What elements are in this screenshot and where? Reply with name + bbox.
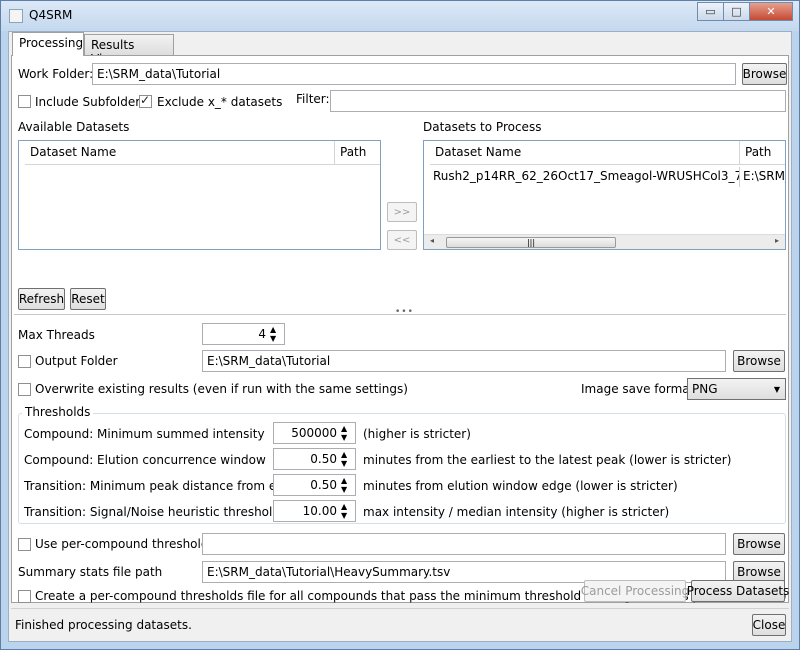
client-area: Processing Results Viewer Work Folder: E… <box>8 31 792 642</box>
threshold-value-min-intensity[interactable]: 500000 <box>291 426 337 440</box>
process-col-dataset-name[interactable]: Dataset Name <box>430 141 740 165</box>
spin-up-icon[interactable]: ▲ <box>270 325 281 334</box>
available-col-dataset-name[interactable]: Dataset Name <box>25 141 335 165</box>
max-threads-spinner[interactable]: 4 ▲ ▼ <box>202 323 285 345</box>
cancel-processing-button[interactable]: Cancel Processing <box>581 580 689 602</box>
max-threads-label: Max Threads <box>18 328 95 342</box>
datasets-to-process-list[interactable]: Dataset Name Path Rush2_p14RR_62_26Oct17… <box>423 140 786 250</box>
per-compound-label: Use per-compound thresholds <box>35 537 215 551</box>
close-window-button[interactable]: ✕ <box>749 2 793 21</box>
app-icon <box>9 9 23 23</box>
tab-results-viewer[interactable]: Results Viewer <box>84 34 174 66</box>
scroll-right-icon[interactable]: ▸ <box>775 236 779 245</box>
threshold-note-elution-window: minutes from the earliest to the latest … <box>363 453 732 467</box>
spin-down-icon[interactable]: ▼ <box>341 459 352 468</box>
max-threads-value[interactable]: 4 <box>258 327 266 341</box>
overwrite-label: Overwrite existing results (even if run … <box>35 382 408 396</box>
threshold-label-elution-window: Compound: Elution concurrence window <box>24 453 266 467</box>
spin-down-icon[interactable]: ▼ <box>341 485 352 494</box>
spin-up-icon[interactable]: ▲ <box>341 502 352 511</box>
tab-processing[interactable]: Processing <box>12 32 84 56</box>
status-text: Finished processing datasets. <box>15 618 192 632</box>
filter-label: Filter: <box>296 92 330 106</box>
output-folder-input[interactable]: E:\SRM_data\Tutorial <box>202 350 726 372</box>
minimize-icon: ▭ <box>705 5 716 18</box>
threshold-spinner-elution-window[interactable]: 0.50 ▲ ▼ <box>273 448 356 470</box>
reset-button[interactable]: Reset <box>70 288 106 310</box>
maximize-icon: □ <box>731 5 742 18</box>
minimize-button[interactable]: ▭ <box>697 2 723 21</box>
per-compound-checkbox[interactable] <box>18 538 31 551</box>
processing-panel: Work Folder: E:\SRM_data\Tutorial Browse… <box>11 55 789 603</box>
threshold-note-min-intensity: (higher is stricter) <box>363 427 471 441</box>
spin-down-icon[interactable]: ▼ <box>341 433 352 442</box>
threshold-spinner-min-intensity[interactable]: 500000 ▲ ▼ <box>273 422 356 444</box>
thresholds-title: Thresholds <box>22 405 94 419</box>
threshold-label-signal-noise: Transition: Signal/Noise heuristic thres… <box>24 505 280 519</box>
threshold-note-signal-noise: max intensity / median intensity (higher… <box>363 505 670 519</box>
chevron-down-icon[interactable]: ▼ <box>774 385 780 394</box>
spin-up-icon[interactable]: ▲ <box>341 424 352 433</box>
process-row-path[interactable]: E:\SRM_ <box>740 167 785 187</box>
summary-stats-label: Summary stats file path <box>18 565 163 579</box>
work-folder-label: Work Folder: <box>18 67 94 81</box>
status-bar: Finished processing datasets. Close <box>11 608 789 639</box>
spin-down-icon[interactable]: ▼ <box>341 511 352 520</box>
output-folder-label: Output Folder <box>35 354 118 368</box>
title-bar[interactable]: Q4SRM ▭ □ ✕ <box>1 1 799 31</box>
process-datasets-button[interactable]: Process Datasets <box>687 580 789 602</box>
threshold-value-elution-window[interactable]: 0.50 <box>310 452 337 466</box>
filter-input[interactable] <box>330 90 786 112</box>
splitter-grip-icon[interactable]: ••• <box>395 307 414 317</box>
close-icon: ✕ <box>766 5 776 18</box>
maximize-button[interactable]: □ <box>723 2 749 21</box>
threshold-value-signal-noise[interactable]: 10.00 <box>303 504 337 518</box>
exclude-x-checkbox[interactable] <box>139 93 152 108</box>
image-format-select[interactable]: PNG ▼ <box>687 378 786 400</box>
spin-up-icon[interactable]: ▲ <box>341 450 352 459</box>
available-datasets-title: Available Datasets <box>18 120 130 134</box>
refresh-button[interactable]: Refresh <box>18 288 65 310</box>
close-button[interactable]: Close <box>752 614 786 636</box>
overwrite-checkbox[interactable] <box>18 383 31 396</box>
image-format-value[interactable]: PNG <box>692 382 718 396</box>
output-folder-checkbox[interactable] <box>18 355 31 368</box>
datasets-to-process-title: Datasets to Process <box>423 120 542 134</box>
include-subfolders-label: Include Subfolders <box>35 95 147 109</box>
process-col-path[interactable]: Path <box>740 141 785 165</box>
spin-up-icon[interactable]: ▲ <box>341 476 352 485</box>
threshold-note-peak-distance: minutes from elution window edge (lower … <box>363 479 678 493</box>
image-format-label: Image save format <box>581 382 695 396</box>
threshold-spinner-signal-noise[interactable]: 10.00 ▲ ▼ <box>273 500 356 522</box>
app-window: Q4SRM ▭ □ ✕ Processing Results Viewer Wo… <box>0 0 800 650</box>
remove-from-process-button[interactable]: << <box>387 230 417 250</box>
threshold-label-min-intensity: Compound: Minimum summed intensity <box>24 427 265 441</box>
threshold-spinner-peak-distance[interactable]: 0.50 ▲ ▼ <box>273 474 356 496</box>
work-folder-input[interactable]: E:\SRM_data\Tutorial <box>92 63 736 85</box>
available-datasets-list[interactable]: Dataset Name Path <box>18 140 381 250</box>
create-thresholds-checkbox[interactable] <box>18 590 31 603</box>
work-folder-browse-button[interactable]: Browse <box>742 63 787 85</box>
scroll-thumb[interactable]: ||| <box>446 237 616 248</box>
window-title: Q4SRM <box>29 8 73 22</box>
process-row-name[interactable]: Rush2_p14RR_62_26Oct17_Smeagol-WRUSHCol3… <box>430 167 740 187</box>
output-folder-browse-button[interactable]: Browse <box>733 350 785 372</box>
spin-down-icon[interactable]: ▼ <box>270 334 281 343</box>
per-compound-input[interactable] <box>202 533 726 555</box>
process-list-hscrollbar[interactable]: ◂ ||| ▸ <box>424 234 785 249</box>
threshold-label-peak-distance: Transition: Minimum peak distance from e… <box>24 479 299 493</box>
threshold-value-peak-distance[interactable]: 0.50 <box>310 478 337 492</box>
available-col-path[interactable]: Path <box>335 141 380 165</box>
per-compound-browse-button[interactable]: Browse <box>733 533 785 555</box>
add-to-process-button[interactable]: >> <box>387 202 417 222</box>
include-subfolders-checkbox[interactable] <box>18 95 31 108</box>
exclude-x-label: Exclude x_* datasets <box>157 95 283 109</box>
scroll-left-icon[interactable]: ◂ <box>430 236 434 245</box>
